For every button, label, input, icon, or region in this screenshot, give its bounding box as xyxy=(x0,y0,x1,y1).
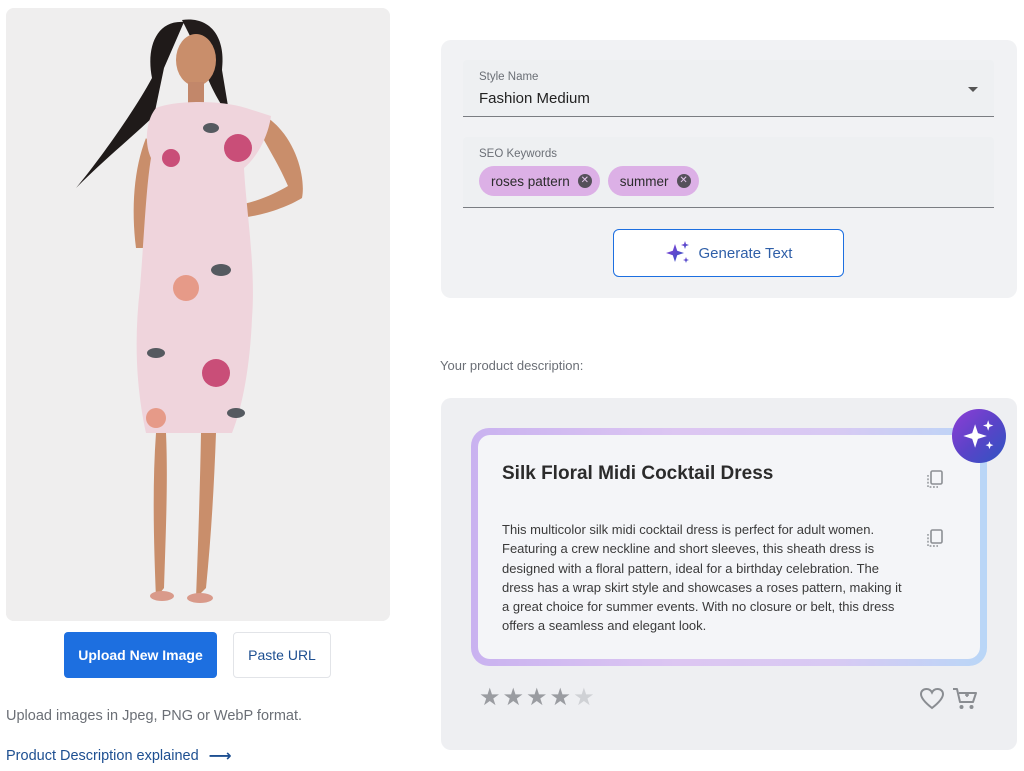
keyword-chip[interactable]: roses pattern ✕ xyxy=(479,166,600,196)
keyword-chips: roses pattern ✕ summer ✕ xyxy=(479,166,699,196)
generate-text-label: Generate Text xyxy=(698,244,793,262)
style-name-label: Style Name xyxy=(479,71,539,83)
product-description-explained-link[interactable]: Product Description explained ⟶ xyxy=(6,746,232,766)
heart-icon[interactable] xyxy=(919,687,945,711)
paste-url-button[interactable]: Paste URL xyxy=(233,632,331,678)
product-description-text: This multicolor silk midi cocktail dress… xyxy=(502,522,902,634)
product-title: Silk Floral Midi Cocktail Dress xyxy=(502,463,774,484)
star-icon[interactable]: ★ xyxy=(526,686,548,710)
keyword-chip-label: summer xyxy=(619,173,669,189)
upload-new-image-button[interactable]: Upload New Image xyxy=(64,632,217,678)
chevron-down-icon[interactable] xyxy=(968,87,978,92)
result-panel: Silk Floral Midi Cocktail Dress This mul… xyxy=(441,398,1017,750)
model-photo-illustration xyxy=(6,8,390,621)
keyword-chip-label: roses pattern xyxy=(491,173,570,189)
sparkles-icon xyxy=(665,241,689,263)
description-card-border: Silk Floral Midi Cocktail Dress This mul… xyxy=(471,428,987,666)
arrow-right-icon: ⟶ xyxy=(208,748,232,765)
generate-text-button[interactable]: Generate Text xyxy=(613,229,844,277)
star-icon[interactable]: ★ xyxy=(573,686,595,710)
close-circle-icon[interactable]: ✕ xyxy=(676,174,691,188)
close-circle-icon[interactable]: ✕ xyxy=(577,174,592,188)
star-icon[interactable]: ★ xyxy=(550,686,572,710)
star-icon[interactable]: ★ xyxy=(479,686,501,710)
explain-link-label: Product Description explained xyxy=(6,748,199,764)
description-caption: Your product description: xyxy=(440,358,584,373)
seo-keywords-field[interactable]: SEO Keywords roses pattern ✕ summer ✕ xyxy=(463,137,994,208)
copy-icon[interactable] xyxy=(925,528,945,548)
star-icon[interactable]: ★ xyxy=(503,686,525,710)
seo-keywords-label: SEO Keywords xyxy=(479,148,557,160)
cart-icon[interactable] xyxy=(951,686,979,712)
star-rating[interactable]: ★ ★ ★ ★ ★ xyxy=(479,686,595,710)
product-image xyxy=(6,8,390,621)
style-name-select[interactable]: Style Name Fashion Medium xyxy=(463,60,994,117)
keyword-chip[interactable]: summer ✕ xyxy=(607,166,699,196)
sparkles-icon xyxy=(963,420,994,450)
description-card: Silk Floral Midi Cocktail Dress This mul… xyxy=(478,435,980,659)
upload-format-hint: Upload images in Jpeg, PNG or WebP forma… xyxy=(6,708,303,724)
generator-form-panel: Style Name Fashion Medium SEO Keywords r… xyxy=(441,40,1017,298)
copy-icon[interactable] xyxy=(925,469,945,489)
ai-sparkles-badge xyxy=(952,409,1006,463)
style-name-value: Fashion Medium xyxy=(479,90,590,107)
